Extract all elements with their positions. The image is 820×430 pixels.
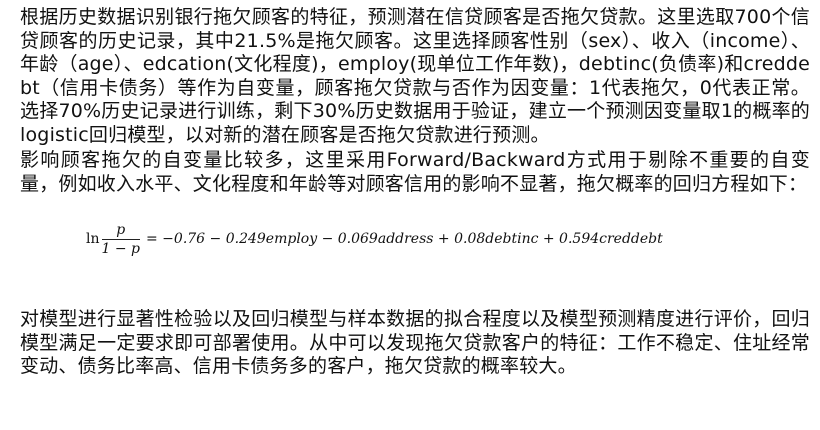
intro-paragraph: 根据历史数据识别银行拖欠顾客的特征，预测潜在信贷顾客是否拖欠贷款。这里选取700… <box>20 6 810 146</box>
fraction-numerator: p <box>116 221 126 238</box>
document-body: 根据历史数据识别银行拖欠顾客的特征，预测潜在信贷顾客是否拖欠贷款。这里选取700… <box>20 6 810 379</box>
equation-ln: ln <box>86 231 100 247</box>
fraction-denominator: 1 − p <box>101 240 141 257</box>
equation-right-hand-side: = −0.76 − 0.249employ − 0.069address + 0… <box>146 231 663 247</box>
evaluation-paragraph: 对模型进行显著性检验以及回归模型与样本数据的拟合程度以及模型预测精度进行评价，回… <box>20 308 810 377</box>
regression-equation: ln p 1 − p = −0.76 − 0.249employ − 0.069… <box>86 210 810 268</box>
variable-selection-paragraph: 影响顾客拖欠的自变量比较多，这里采用Forward/Backward方式用于剔除… <box>20 149 810 195</box>
equation-fraction: p 1 − p <box>101 221 141 257</box>
